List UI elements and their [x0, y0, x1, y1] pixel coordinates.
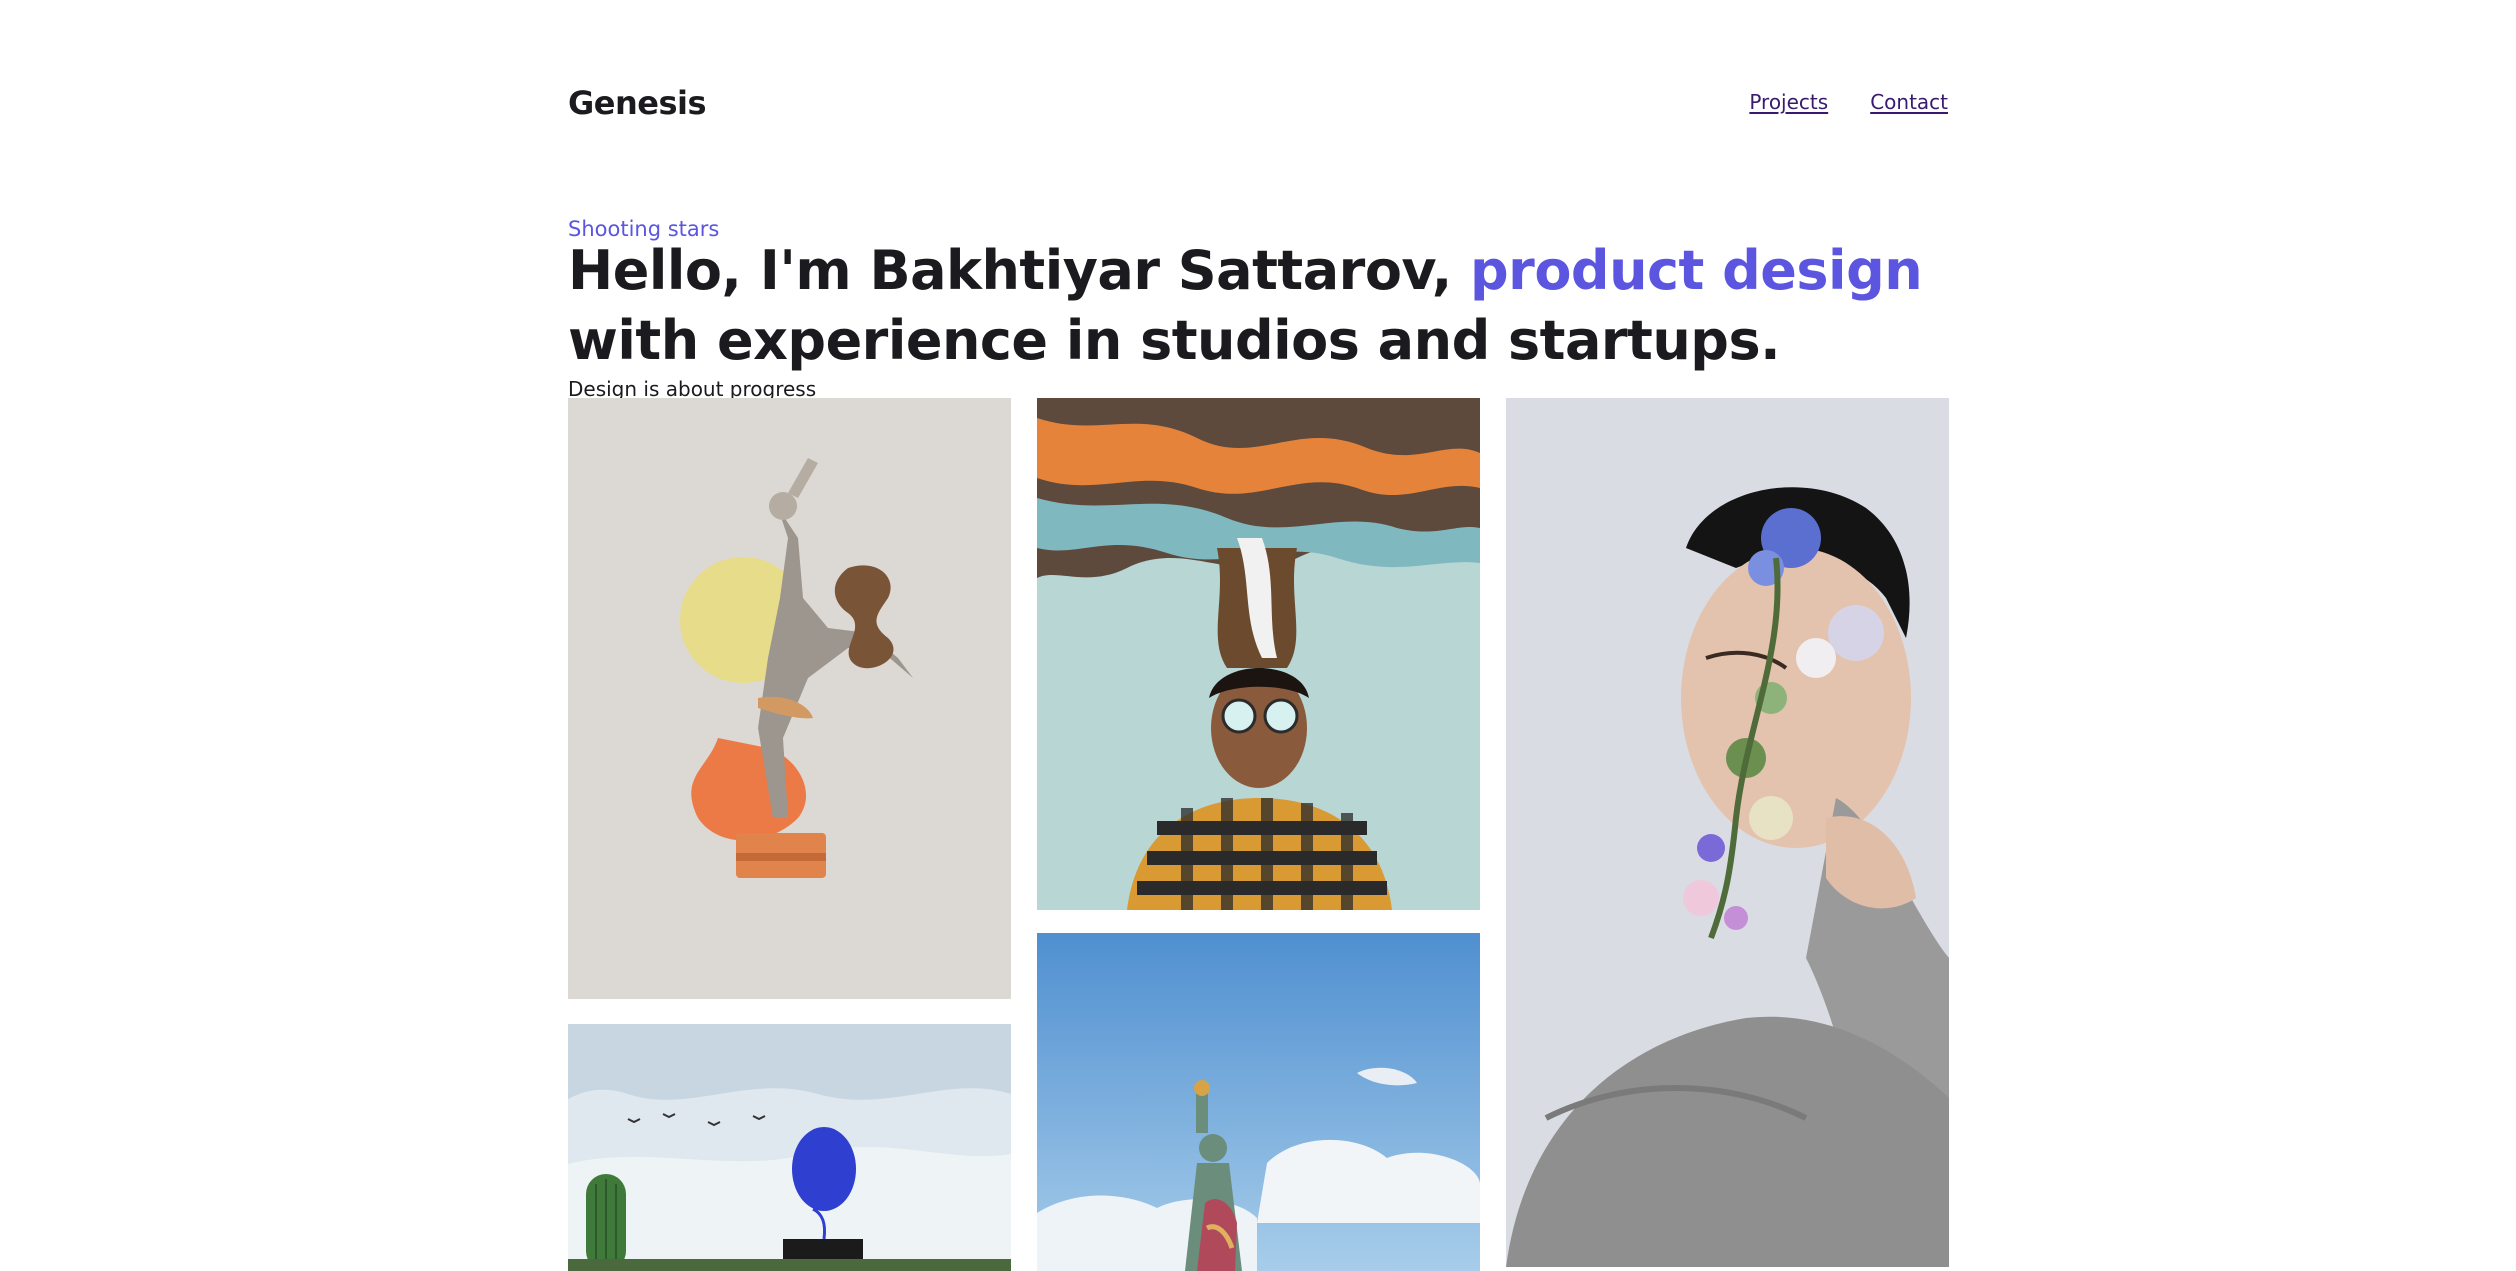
- smoke-portrait-illustration: [1037, 398, 1480, 910]
- site-logo[interactable]: Genesis: [568, 84, 707, 122]
- dancer-illustration: [568, 398, 1011, 999]
- balloon-photo: [568, 1024, 1011, 1271]
- site-header: Genesis Projects Contact: [568, 80, 1948, 128]
- liberty-photo: [1037, 933, 1480, 1271]
- headline-text-end: with experience in studios and startups.: [568, 309, 1781, 372]
- gallery-item-flower-portrait[interactable]: [1506, 398, 1949, 1267]
- page: Genesis Projects Contact Shooting stars …: [0, 0, 2516, 1271]
- gallery-item-smoke-portrait[interactable]: [1037, 398, 1480, 910]
- gallery-item-liberty[interactable]: [1037, 933, 1480, 1271]
- main-nav: Projects Contact: [1749, 90, 1948, 114]
- gallery-item-dancer[interactable]: [568, 398, 1011, 999]
- hero-headline: Hello, I'm Bakhtiyar Sattarov, product d…: [568, 236, 1948, 376]
- project-gallery: [568, 398, 1949, 1271]
- headline-accent: product design: [1470, 239, 1923, 302]
- headline-text-start: Hello, I'm Bakhtiyar Sattarov,: [568, 239, 1471, 302]
- nav-link-contact[interactable]: Contact: [1870, 90, 1948, 114]
- nav-link-projects[interactable]: Projects: [1749, 90, 1828, 114]
- flower-portrait-photo: [1506, 398, 1949, 1267]
- gallery-item-balloon[interactable]: [568, 1024, 1011, 1271]
